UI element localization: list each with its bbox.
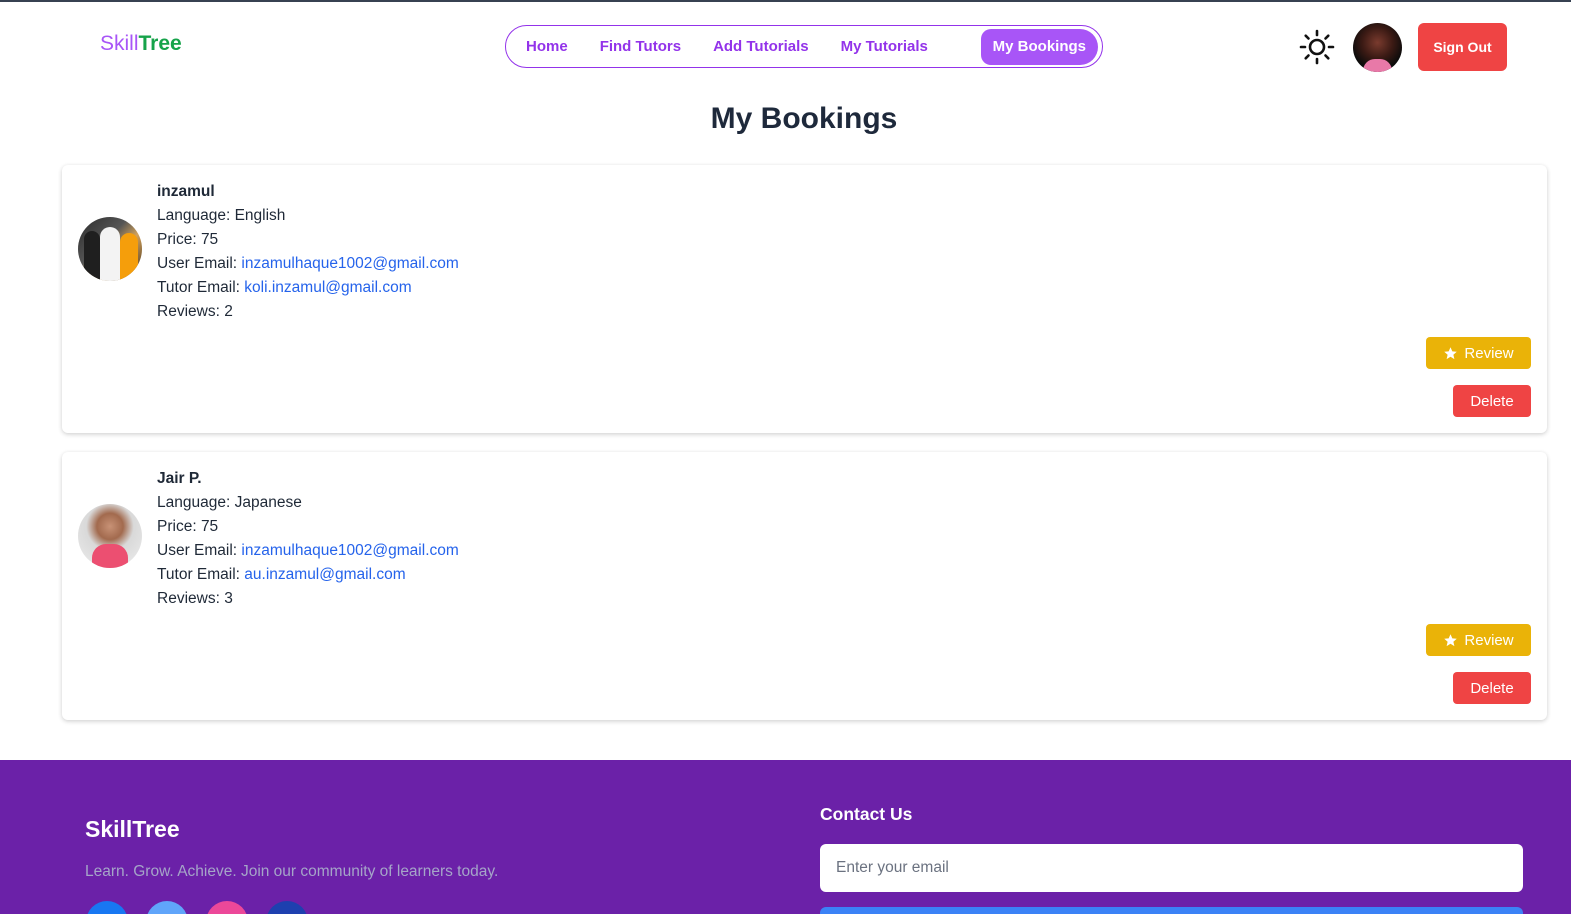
reviews-value: 3 — [224, 590, 233, 607]
delete-button[interactable]: Delete — [1453, 385, 1531, 417]
reviews-row: Reviews: 2 — [157, 303, 233, 320]
sun-icon[interactable] — [1299, 29, 1335, 65]
booking-info: inzamul Language: English Price: 75 User… — [157, 180, 459, 324]
reviews-value: 2 — [224, 303, 233, 320]
nav-add-tutorials[interactable]: Add Tutorials — [697, 29, 825, 65]
price-row: Price: 75 — [157, 231, 219, 248]
reviews-row: Reviews: 3 — [157, 590, 233, 607]
review-label: Review — [1464, 344, 1514, 362]
footer: SkillTree Learn. Grow. Achieve. Join our… — [0, 760, 1571, 914]
footer-brand: SkillTree — [85, 816, 180, 842]
tutor-name: Jair P. — [157, 470, 202, 487]
price-value: 75 — [200, 231, 219, 248]
language-value: English — [234, 207, 286, 224]
instagram-icon[interactable] — [206, 901, 248, 914]
delete-button[interactable]: Delete — [1453, 672, 1531, 704]
price-value: 75 — [200, 518, 219, 535]
contact-title: Contact Us — [820, 804, 913, 824]
tutor-email-link[interactable]: koli.inzamul@gmail.com — [244, 279, 411, 296]
main-nav: Home Find Tutors Add Tutorials My Tutori… — [505, 25, 1103, 68]
nav-home[interactable]: Home — [510, 29, 584, 65]
facebook-icon[interactable] — [86, 901, 128, 914]
user-email-row: User Email: inzamulhaque1002@gmail.com — [157, 255, 459, 272]
linkedin-icon[interactable] — [266, 901, 308, 914]
star-icon — [1444, 346, 1458, 359]
page-title: My Bookings — [710, 102, 898, 135]
nav-my-bookings[interactable]: My Bookings — [980, 28, 1098, 65]
language-value: Japanese — [234, 494, 302, 511]
star-icon — [1444, 633, 1458, 646]
tutor-photo — [78, 217, 142, 281]
newsletter-email-input[interactable] — [820, 844, 1523, 892]
booking-card: inzamul Language: English Price: 75 User… — [62, 165, 1547, 433]
tutor-name: inzamul — [157, 183, 215, 200]
language-row: Language: Japanese — [157, 494, 302, 511]
booking-card: Jair P. Language: Japanese Price: 75 Use… — [62, 452, 1547, 720]
booking-info: Jair P. Language: Japanese Price: 75 Use… — [157, 467, 459, 611]
tutor-email-link[interactable]: au.inzamul@gmail.com — [244, 566, 405, 583]
review-button[interactable]: Review — [1426, 337, 1531, 369]
price-row: Price: 75 — [157, 518, 219, 535]
nav-find-tutors[interactable]: Find Tutors — [584, 29, 697, 65]
footer-tagline: Learn. Grow. Achieve. Join our community… — [85, 863, 499, 880]
subscribe-button[interactable] — [820, 907, 1523, 914]
language-row: Language: English — [157, 207, 286, 224]
tutor-email-row: Tutor Email: au.inzamul@gmail.com — [157, 566, 406, 583]
avatar-shirt — [1363, 59, 1392, 72]
twitter-icon[interactable] — [146, 901, 188, 914]
logo-part-tree: Tree — [138, 32, 182, 55]
logo[interactable]: SkillTree — [100, 32, 182, 56]
header: SkillTree Home Find Tutors Add Tutorials… — [0, 2, 1571, 90]
review-button[interactable]: Review — [1426, 624, 1531, 656]
user-email-link[interactable]: inzamulhaque1002@gmail.com — [241, 255, 458, 272]
logo-part-skill: Skill — [100, 32, 139, 55]
nav-my-tutorials[interactable]: My Tutorials — [825, 29, 944, 65]
tutor-email-row: Tutor Email: koli.inzamul@gmail.com — [157, 279, 412, 296]
tutor-photo — [78, 504, 142, 568]
user-email-row: User Email: inzamulhaque1002@gmail.com — [157, 542, 459, 559]
sign-out-button[interactable]: Sign Out — [1418, 23, 1507, 71]
user-avatar[interactable] — [1353, 23, 1402, 72]
user-email-link[interactable]: inzamulhaque1002@gmail.com — [241, 542, 458, 559]
review-label: Review — [1464, 631, 1514, 649]
